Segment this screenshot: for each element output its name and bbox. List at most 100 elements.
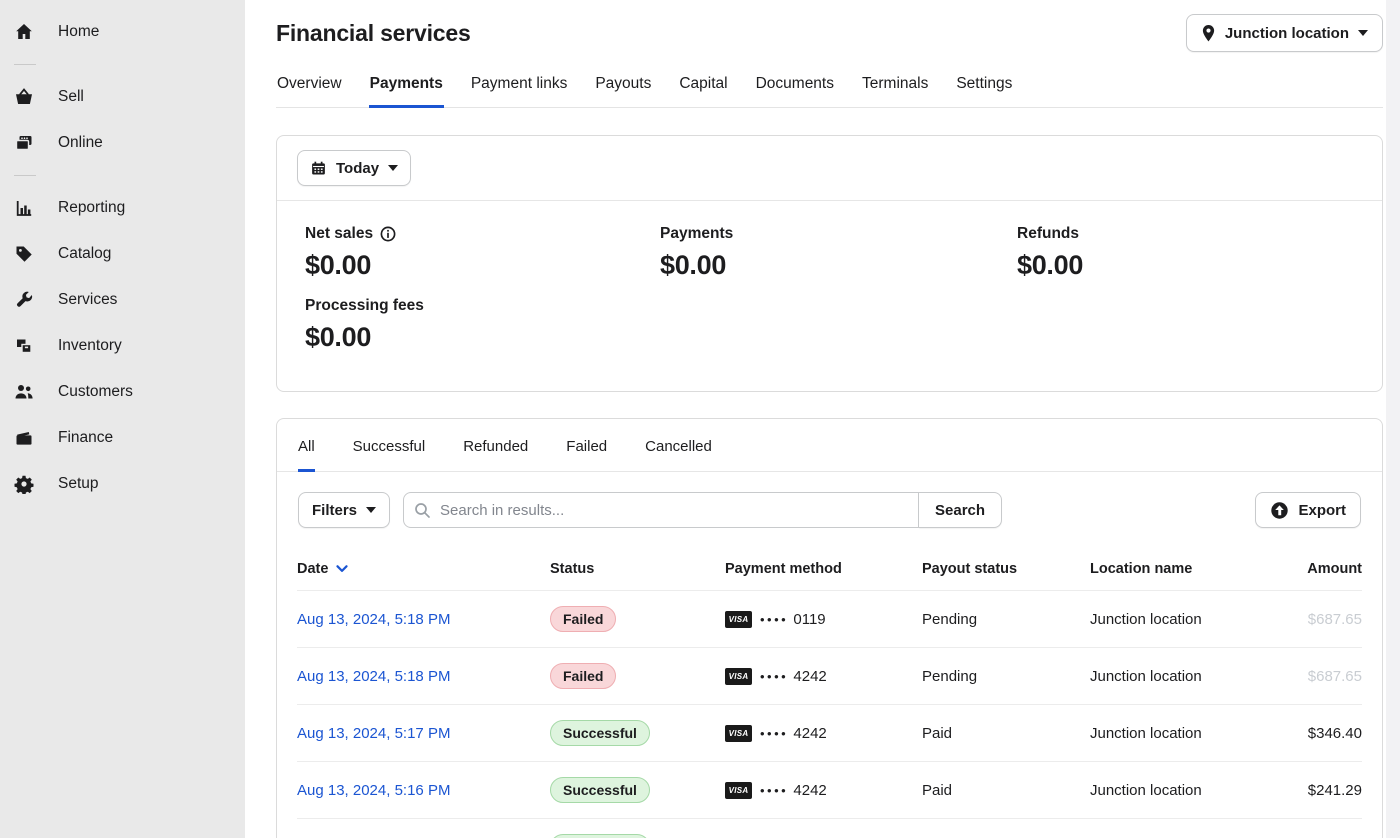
sidebar-item-label: Home [58, 23, 99, 41]
status-badge: Successful [550, 834, 650, 838]
sidebar-item-label: Online [58, 134, 103, 152]
stat-value: $0.00 [305, 322, 660, 353]
sidebar-item[interactable]: Sell [0, 74, 245, 120]
stat-value: $0.00 [1017, 250, 1354, 281]
summary-stats: Net sales $0.00 Payments $0.00 Refunds $… [277, 201, 1382, 391]
filters-button-label: Filters [312, 502, 357, 519]
stat-value: $0.00 [660, 250, 1017, 281]
nav-tab[interactable]: Terminals [861, 69, 929, 108]
briefcase-icon [14, 428, 34, 448]
status-badge: Failed [550, 663, 616, 689]
status-filter-tab[interactable]: All [298, 438, 315, 472]
nav-tab[interactable]: Capital [678, 69, 728, 108]
table-row: Aug 13, 2024, 5:16 PM Successful VISA ••… [297, 762, 1362, 819]
sidebar-item[interactable]: Finance [0, 415, 245, 461]
payment-date-link[interactable]: Aug 13, 2024, 5:18 PM [297, 611, 450, 628]
sidebar-item-label: Setup [58, 475, 99, 493]
column-header[interactable]: Status [550, 561, 725, 577]
location-name: Junction location [1090, 611, 1267, 628]
status-badge: Successful [550, 720, 650, 746]
sidebar-item[interactable]: Customers [0, 369, 245, 415]
export-button[interactable]: Export [1255, 492, 1361, 528]
tag-icon [14, 244, 34, 264]
inventory-icon [14, 336, 34, 356]
sidebar-item[interactable]: Setup [0, 461, 245, 507]
status-badge: Failed [550, 606, 616, 632]
search-button[interactable]: Search [919, 492, 1002, 528]
payments-table: Date Status Payment method Payout status… [277, 546, 1382, 838]
app-window: Home Sell Online Reporting Catalog Servi… [0, 0, 1400, 838]
nav-tab[interactable]: Payments [369, 69, 444, 108]
home-icon [14, 22, 34, 42]
date-range-button[interactable]: Today [297, 150, 411, 186]
table-header: Date Status Payment method Payout status… [297, 546, 1362, 591]
sort-desc-icon[interactable] [336, 565, 348, 573]
table-row: Aug 13, 2024, 5:17 PM Successful VISA ••… [297, 705, 1362, 762]
status-filter-tab[interactable]: Failed [566, 438, 607, 472]
payment-date-link[interactable]: Aug 13, 2024, 5:16 PM [297, 782, 450, 799]
nav-tab[interactable]: Payment links [470, 69, 568, 108]
stat-label: Payments [660, 225, 733, 243]
card-number: •••• 4242 [760, 725, 827, 742]
card-number: •••• 4242 [760, 668, 827, 685]
location-selector-button[interactable]: Junction location [1186, 14, 1383, 52]
date-range-label: Today [336, 160, 379, 177]
info-icon[interactable] [380, 226, 396, 242]
summary-stat: Processing fees $0.00 [305, 297, 660, 353]
column-header[interactable]: Payout status [922, 561, 1090, 577]
nav-tab[interactable]: Settings [955, 69, 1013, 108]
page-title: Financial services [276, 20, 471, 47]
sidebar-item[interactable]: Catalog [0, 231, 245, 277]
table-row: Aug 13, 2024, 5:15 PM Successful VISA ••… [297, 819, 1362, 838]
chevron-down-icon [388, 165, 398, 171]
sidebar: Home Sell Online Reporting Catalog Servi… [0, 0, 245, 838]
section-tabs: Overview Payments Payment links Payouts … [276, 69, 1383, 108]
location-name: Junction location [1090, 725, 1267, 742]
filters-button[interactable]: Filters [298, 492, 390, 528]
chevron-down-icon [366, 507, 376, 513]
sidebar-item[interactable]: Services [0, 277, 245, 323]
payment-date-link[interactable]: Aug 13, 2024, 5:17 PM [297, 725, 450, 742]
column-header[interactable]: Date [297, 561, 550, 577]
column-header[interactable]: Location name [1090, 561, 1267, 577]
payout-status: Paid [922, 725, 1090, 742]
status-filter-tab[interactable]: Cancelled [645, 438, 712, 472]
sidebar-divider [14, 64, 36, 65]
visa-card-icon: VISA [725, 611, 752, 628]
gear-icon [14, 474, 34, 494]
location-name: Junction location [1090, 668, 1267, 685]
sidebar-item[interactable]: Inventory [0, 323, 245, 369]
map-pin-icon [1201, 24, 1216, 42]
sidebar-item[interactable]: Home [0, 9, 245, 55]
payout-status: Pending [922, 611, 1090, 628]
basket-icon [14, 87, 34, 107]
amount: $687.65 [1308, 668, 1362, 685]
status-filter-tab[interactable]: Successful [353, 438, 426, 472]
card-number: •••• 4242 [760, 782, 827, 799]
summary-stat: Refunds $0.00 [1017, 225, 1354, 281]
amount: $687.65 [1308, 611, 1362, 628]
nav-tab[interactable]: Documents [755, 69, 835, 108]
sidebar-item[interactable]: Online [0, 120, 245, 166]
calendar-icon [310, 160, 327, 177]
wrench-icon [14, 290, 34, 310]
sidebar-item[interactable]: Reporting [0, 185, 245, 231]
payment-date-link[interactable]: Aug 13, 2024, 5:18 PM [297, 668, 450, 685]
visa-card-icon: VISA [725, 782, 752, 799]
sidebar-item-label: Catalog [58, 245, 111, 263]
status-badge: Successful [550, 777, 650, 803]
visa-card-icon: VISA [725, 725, 752, 742]
scrollbar-track[interactable] [1386, 0, 1400, 838]
stat-value: $0.00 [305, 250, 660, 281]
column-header[interactable]: Payment method [725, 561, 922, 577]
summary-stat: Net sales $0.00 [305, 225, 660, 281]
nav-tab[interactable]: Overview [276, 69, 343, 108]
status-filter-tab[interactable]: Refunded [463, 438, 528, 472]
column-header[interactable]: Amount [1267, 561, 1362, 577]
chevron-down-icon [1358, 30, 1368, 36]
search-input[interactable] [403, 492, 919, 528]
nav-tab[interactable]: Payouts [594, 69, 652, 108]
search-icon [414, 502, 431, 519]
amount: $241.29 [1308, 782, 1362, 799]
amount: $346.40 [1308, 725, 1362, 742]
